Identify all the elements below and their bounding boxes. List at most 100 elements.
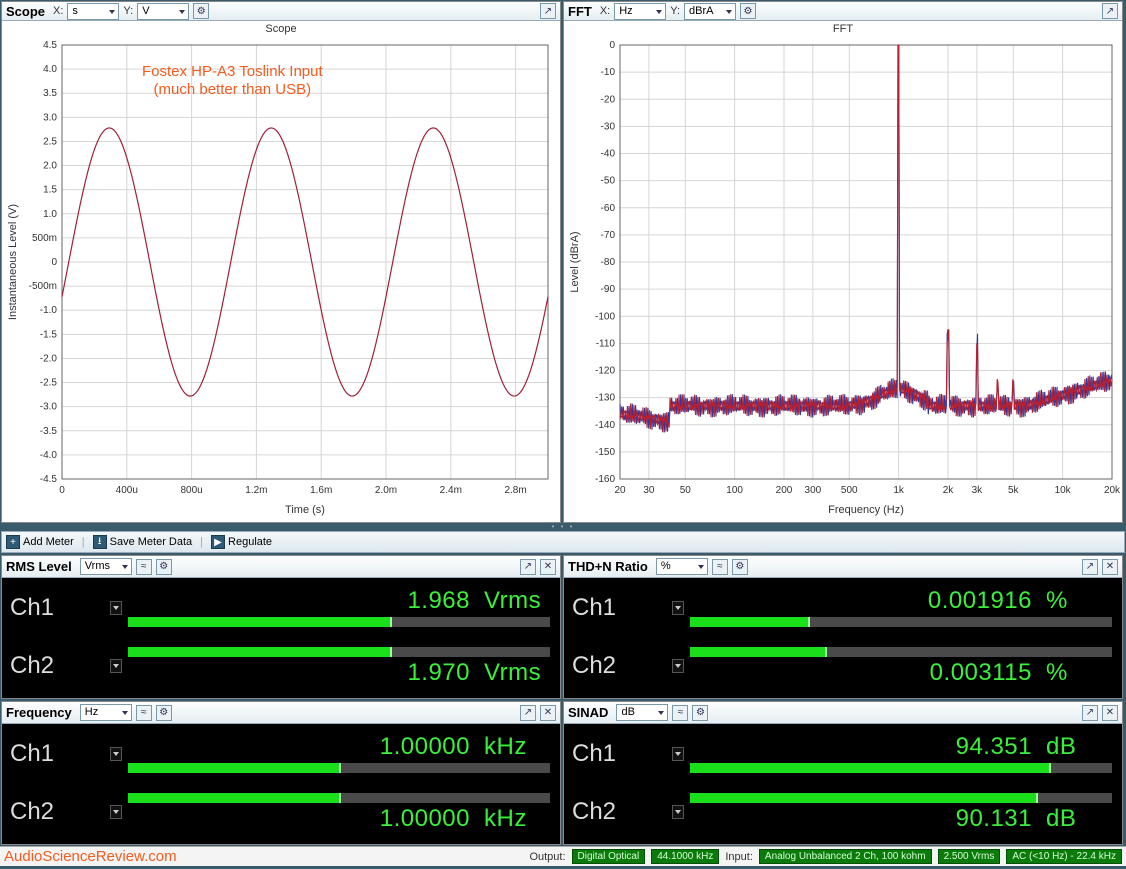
scope-x-label: X: [53, 5, 63, 17]
scope-y-label: Y: [123, 5, 133, 17]
popout-icon[interactable]: ↗ [520, 559, 536, 575]
ch1-dropdown[interactable] [672, 747, 684, 761]
thdn-panel: THD+N Ratio % ≈ ⚙ ↗ ✕ Ch1 0.001916% Ch2 [563, 555, 1123, 699]
sinad-panel: SINAD dB ≈ ⚙ ↗ ✕ Ch1 94.351dB Ch2 [563, 701, 1123, 845]
ch2-label: Ch2 [6, 798, 110, 826]
ch1-dropdown[interactable] [110, 747, 122, 761]
gear-icon[interactable]: ⚙ [692, 705, 708, 721]
thdn-title: THD+N Ratio [568, 559, 648, 574]
ch2-dropdown[interactable] [672, 805, 684, 819]
trend-icon[interactable]: ≈ [672, 705, 688, 721]
fft-title: FFT [568, 4, 592, 19]
popout-icon[interactable]: ↗ [1082, 559, 1098, 575]
output-value-badge[interactable]: Digital Optical [572, 849, 646, 864]
input-vrms-badge[interactable]: 2.500 Vrms [938, 849, 1001, 864]
scope-title: Scope [6, 4, 45, 19]
svg-text:2k: 2k [943, 485, 955, 496]
svg-text:4.0: 4.0 [43, 64, 57, 75]
status-bar: AudioScienceReview.com Output: Digital O… [0, 846, 1126, 866]
scope-y-unit-select[interactable]: V [137, 3, 189, 20]
thdn-ch2-bar [690, 647, 825, 657]
svg-text:-110: -110 [596, 338, 616, 349]
svg-text:200: 200 [776, 485, 793, 496]
gear-icon[interactable]: ⚙ [193, 3, 209, 19]
svg-text:1.6m: 1.6m [310, 485, 332, 496]
freq-unit-select[interactable]: Hz [80, 704, 132, 721]
svg-text:-60: -60 [601, 203, 616, 214]
ch1-label: Ch1 [568, 740, 672, 768]
scope-chart-title: Scope [2, 23, 560, 35]
input-bw-badge[interactable]: AC (<10 Hz) - 22.4 kHz [1006, 849, 1122, 864]
gear-icon[interactable]: ⚙ [740, 3, 756, 19]
save-meter-button[interactable]: ⭳Save Meter Data [93, 535, 193, 549]
svg-text:-3.5: -3.5 [40, 426, 58, 437]
trend-icon[interactable]: ≈ [136, 705, 152, 721]
svg-text:300: 300 [805, 485, 822, 496]
ch2-label: Ch2 [568, 798, 672, 826]
fft-panel: FFT X: Hz Y: dBrA ⚙ ↗ FFT 0-10-20-30-40-… [563, 1, 1123, 523]
fft-chart[interactable]: FFT 0-10-20-30-40-50-60-70-80-90-100-110… [564, 21, 1122, 522]
close-icon[interactable]: ✕ [540, 705, 556, 721]
ch2-dropdown[interactable] [672, 659, 684, 673]
ch1-label: Ch1 [568, 594, 672, 622]
svg-text:-1.5: -1.5 [40, 329, 58, 340]
popout-icon[interactable]: ↗ [1102, 3, 1118, 19]
svg-text:-140: -140 [595, 420, 615, 431]
svg-text:-40: -40 [601, 149, 616, 160]
ch2-dropdown[interactable] [110, 805, 122, 819]
svg-text:Frequency (Hz): Frequency (Hz) [828, 504, 904, 516]
close-icon[interactable]: ✕ [1102, 705, 1118, 721]
trend-icon[interactable]: ≈ [136, 559, 152, 575]
fft-x-unit-select[interactable]: Hz [614, 3, 666, 20]
popout-icon[interactable]: ↗ [520, 705, 536, 721]
trend-icon[interactable]: ≈ [712, 559, 728, 575]
rms-level-panel: RMS Level Vrms ≈ ⚙ ↗ ✕ Ch1 1.968Vrms Ch2 [1, 555, 561, 699]
fft-y-unit-select[interactable]: dBrA [684, 3, 736, 20]
svg-text:Level (dBrA): Level (dBrA) [569, 231, 581, 292]
fft-chart-title: FFT [564, 23, 1122, 35]
sinad-ch1-value: 94.351dB [690, 733, 1118, 761]
freq-ch2-value: 1.00000kHz [128, 805, 556, 833]
thdn-unit-select[interactable]: % [656, 558, 708, 575]
ch1-dropdown[interactable] [672, 601, 684, 615]
asr-watermark: AudioScienceReview.com [4, 848, 177, 865]
add-meter-button[interactable]: +Add Meter [6, 535, 74, 549]
svg-text:-4.5: -4.5 [40, 474, 58, 485]
ch2-label: Ch2 [6, 652, 110, 680]
output-rate-badge[interactable]: 44.1000 kHz [651, 849, 719, 864]
sinad-unit-select[interactable]: dB [616, 704, 668, 721]
scope-chart[interactable]: Scope 4.54.03.53.02.52.01.51.0500m0-500m… [2, 21, 560, 522]
freq-ch1-bar [128, 763, 339, 773]
svg-text:Instantaneous Level (V): Instantaneous Level (V) [7, 204, 19, 320]
svg-text:-50: -50 [601, 176, 616, 187]
popout-icon[interactable]: ↗ [1082, 705, 1098, 721]
rms-ch1-row: Ch1 1.968Vrms [6, 580, 556, 636]
svg-text:5k: 5k [1008, 485, 1020, 496]
svg-text:-2.5: -2.5 [40, 378, 58, 389]
freq-title: Frequency [6, 705, 72, 720]
input-value-badge[interactable]: Analog Unbalanced 2 Ch, 100 kohm [759, 849, 932, 864]
svg-text:2.8m: 2.8m [504, 485, 526, 496]
gear-icon[interactable]: ⚙ [156, 559, 172, 575]
regulate-button[interactable]: ▶Regulate [211, 535, 272, 549]
popout-icon[interactable]: ↗ [540, 3, 556, 19]
svg-text:1.0: 1.0 [43, 209, 57, 220]
scope-x-unit-select[interactable]: s [67, 3, 119, 20]
ch1-dropdown[interactable] [110, 601, 122, 615]
svg-text:500m: 500m [32, 233, 57, 244]
ch2-dropdown[interactable] [110, 659, 122, 673]
gear-icon[interactable]: ⚙ [732, 559, 748, 575]
close-icon[interactable]: ✕ [1102, 559, 1118, 575]
ch1-label: Ch1 [6, 594, 110, 622]
rms-ch1-value: 1.968Vrms [128, 587, 556, 615]
gear-icon[interactable]: ⚙ [156, 705, 172, 721]
thdn-ch1-bar [690, 617, 808, 627]
splitter[interactable]: • • • [0, 524, 1126, 530]
rms-ch1-bar [128, 617, 390, 627]
meter-toolbar: +Add Meter | ⭳Save Meter Data | ▶Regulat… [1, 531, 1125, 553]
svg-text:1k: 1k [893, 485, 905, 496]
thdn-ch1-value: 0.001916% [690, 587, 1118, 615]
plus-icon: + [6, 535, 20, 549]
rms-unit-select[interactable]: Vrms [80, 558, 132, 575]
close-icon[interactable]: ✕ [540, 559, 556, 575]
